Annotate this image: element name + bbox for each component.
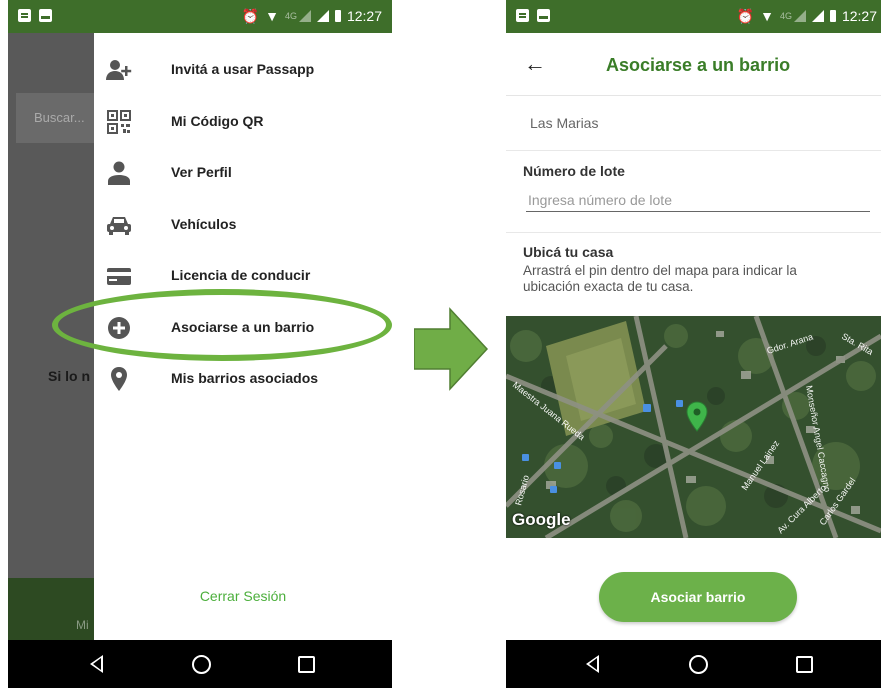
nav-recent-icon[interactable] [796,656,813,673]
logout-link[interactable]: Cerrar Sesión [94,588,392,604]
network-type: 4G [779,11,792,21]
highlight-ellipse [52,289,392,361]
android-nav-bar [506,640,881,688]
nav-home-icon[interactable] [192,655,211,674]
signal-icon [811,10,824,22]
battery-icon [829,10,836,22]
barrio-selector[interactable]: Las Marias [506,96,881,151]
menu-item-qr-code[interactable]: Mi Código QR [94,98,392,146]
person-icon [108,161,130,185]
signal-icon [298,10,311,22]
android-nav-bar [8,640,392,688]
status-bar: ⏰ ▼ 4G 12:27 [506,0,881,33]
notification-icon [516,9,529,22]
page-title: Asociarse a un barrio [606,55,791,75]
location-map[interactable]: Gdor. Arana Sta. Rita Maestra Juana Rued… [506,316,881,538]
google-attribution: Google [512,510,571,529]
signal-icon [793,10,806,22]
location-pin-icon [111,367,127,391]
notification-icon [18,9,31,22]
signal-icon [316,10,329,22]
background-text: Si lo n [48,368,90,384]
nav-home-icon[interactable] [689,655,708,674]
phone-associate-screen: ⏰ ▼ 4G 12:27 ← Asociarse a un barrio Las… [506,0,881,688]
qr-code-icon [107,110,131,134]
barrio-value: Las Marias [530,115,599,131]
associate-button[interactable]: Asociar barrio [599,572,797,622]
alarm-icon: ⏰ [241,8,260,24]
nav-back-icon[interactable] [586,655,599,673]
clock: 12:27 [841,8,877,24]
nav-back-icon[interactable] [90,655,103,673]
lote-input[interactable] [526,188,870,212]
lote-label: Número de lote [523,163,625,179]
menu-item-label: Mi Código QR [171,113,264,129]
menu-item-profile[interactable]: Ver Perfil [94,149,392,197]
wifi-icon: ▼ [760,8,774,24]
menu-item-label: Invitá a usar Passapp [171,61,315,77]
divider [506,232,881,233]
menu-item-label: Ver Perfil [171,164,232,180]
back-arrow-icon[interactable]: ← [524,51,546,77]
wifi-icon: ▼ [265,8,279,24]
ubica-description: Arrastrá el pin dentro del mapa para ind… [523,263,797,294]
battery-icon [334,10,341,22]
add-user-icon [106,60,132,80]
image-notification-icon [537,9,550,22]
status-bar: ⏰ ▼ 4G 12:27 [8,0,392,33]
map-satellite-image: Gdor. Arana Sta. Rita Maestra Juana Rued… [506,316,881,538]
alarm-icon: ⏰ [736,8,755,24]
menu-item-label: Vehículos [171,216,237,232]
background-search-field: Buscar... [16,93,94,143]
card-icon [107,268,131,285]
menu-item-vehicles[interactable]: Vehículos [94,201,392,249]
image-notification-icon [39,9,52,22]
nav-recent-icon[interactable] [298,656,315,673]
background-bottom-label: Mi [76,618,89,632]
clock: 12:27 [346,8,382,24]
menu-item-label: Mis barrios asociados [171,370,319,386]
menu-item-invite[interactable]: Invitá a usar Passapp [94,46,392,94]
ubica-label: Ubicá tu casa [523,244,614,260]
app-toolbar: ← Asociarse a un barrio [506,33,881,96]
network-type: 4G [284,11,297,21]
transition-arrow-icon [414,307,488,391]
menu-item-label: Licencia de conducir [171,267,311,283]
car-icon [107,217,131,235]
menu-item-my-neighborhoods[interactable]: Mis barrios asociados [94,355,392,403]
